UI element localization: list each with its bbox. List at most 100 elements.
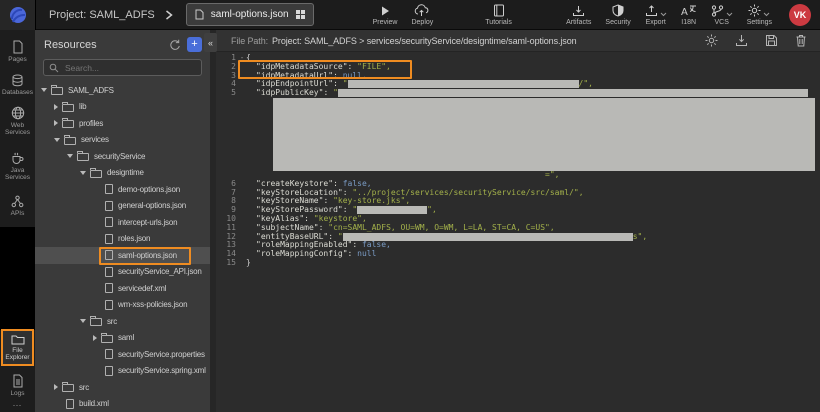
branch-icon [711,5,724,17]
vcs-button[interactable]: VCS [704,4,740,26]
chevron-collapsed-icon [54,120,58,126]
tree-item-saml-options[interactable]: saml-options.json [35,247,210,264]
file-icon [105,217,113,227]
chevron-down-icon [763,12,770,17]
folder-icon [51,87,63,95]
gear-icon [748,4,761,17]
sidebar-item-file-explorer[interactable]: File Explorer [1,329,34,366]
sidebar-item-logs[interactable]: Logs [0,374,35,397]
file-tree: SAML_ADFS lib profiles services security… [35,82,210,412]
coffee-cup-icon [11,152,25,165]
file-icon [195,9,204,20]
tree-item-build-xml[interactable]: build.xml [35,396,210,412]
rail-spacer [0,227,35,330]
chevron-expanded-icon [41,88,47,92]
tab-label: saml-options.json [211,9,289,20]
svg-text:A: A [681,7,688,17]
secondary-actions: Artifacts Security Export A I18N [559,4,820,26]
sidebar-item-web-services[interactable]: Web Services [0,106,35,136]
export-button[interactable]: Export [638,4,674,26]
download-icon[interactable] [735,34,748,47]
sidebar-item-pages[interactable]: Pages [0,40,35,63]
redacted-public-key-block [273,98,815,171]
folder-icon [77,153,89,161]
cloud-upload-icon [414,4,430,17]
panel-divider [210,30,216,412]
tree-item-intercept-urls[interactable]: intercept-urls.json [35,214,210,231]
save-icon[interactable] [765,34,778,47]
top-bar: Project: SAML_ADFS saml-options.json Pre… [0,0,820,30]
i18n-button[interactable]: A I18N [674,4,704,26]
tree-item-security-service-api[interactable]: securityService_API.json [35,264,210,281]
settings-button[interactable]: Settings [740,4,779,26]
file-path-bar: File Path: Project: SAML_ADFS > services… [216,30,820,52]
folder-icon [101,335,113,343]
left-rail: Pages Databases Web Services Java Servic… [0,30,35,412]
book-icon [493,4,505,17]
code-editor[interactable]: 1-{ 2"idpMetadataSource": "FILE", 3"idpM… [216,52,820,412]
file-icon [105,184,113,194]
open-file-tab[interactable]: saml-options.json [186,3,314,26]
tree-item-lib[interactable]: lib [35,99,210,116]
redacted-value [348,80,579,88]
tree-item-demo-options[interactable]: demo-options.json [35,181,210,198]
chevron-expanded-icon [54,138,60,142]
sidebar-item-java-services[interactable]: Java Services [0,152,35,181]
grid-icon[interactable] [296,10,305,19]
security-button[interactable]: Security [598,4,637,26]
folder-icon [11,334,25,345]
rail-overflow-button[interactable]: ⋯ [0,400,35,411]
search-input[interactable] [63,62,196,74]
tree-item-wm-xss-policies[interactable]: wm-xss-policies.json [35,297,210,314]
primary-actions: Preview Deploy Tutorials [366,4,519,26]
file-path-label: File Path: [231,36,268,46]
tree-item-servicedef[interactable]: servicedef.xml [35,280,210,297]
tree-item-services[interactable]: services [35,132,210,149]
refresh-icon[interactable] [169,39,181,51]
artifacts-button[interactable]: Artifacts [559,4,598,26]
tree-item-designtime[interactable]: designtime [35,165,210,182]
page-icon [12,40,24,54]
folder-icon [90,170,102,178]
user-avatar[interactable]: VK [789,4,811,26]
tree-item-saml-adfs[interactable]: SAML_ADFS [35,82,210,99]
tree-item-roles[interactable]: roles.json [35,231,210,248]
search-icon [49,63,59,73]
app-logo[interactable] [0,0,36,30]
preview-button[interactable]: Preview [366,4,405,26]
chevron-collapsed-icon [54,104,58,110]
project-name: Project: SAML_ADFS [49,9,155,21]
folder-icon [64,137,76,145]
redacted-value [338,89,808,97]
download-tray-icon [572,4,585,17]
chevron-expanded-icon [80,171,86,175]
logo-icon [9,6,27,24]
annotation-highlight-box [99,247,191,265]
annotation-highlight-box [238,60,412,79]
tree-item-src[interactable]: src [35,313,210,330]
deploy-button[interactable]: Deploy [404,4,440,26]
tree-item-security-service-spring[interactable]: securityService.spring.xml [35,363,210,380]
tree-item-security-service[interactable]: securityService [35,148,210,165]
trash-icon[interactable] [795,34,807,47]
nodes-icon [11,195,24,208]
sidebar-item-apis[interactable]: APIs [0,195,35,217]
add-resource-button[interactable]: + [187,37,202,52]
sidebar-item-databases[interactable]: Databases [0,74,35,96]
tree-item-src-root[interactable]: src [35,379,210,396]
tutorials-button[interactable]: Tutorials [478,4,519,26]
tree-item-security-service-properties[interactable]: securityService.properties [35,346,210,363]
tree-item-general-options[interactable]: general-options.json [35,198,210,215]
tree-item-saml[interactable]: saml [35,330,210,347]
chevron-collapsed-icon [54,384,58,390]
search-box[interactable] [43,59,202,76]
chevron-expanded-icon [80,319,86,323]
collapse-panel-button[interactable]: « [204,33,217,52]
chevron-down-icon [726,12,733,17]
tree-item-profiles[interactable]: profiles [35,115,210,132]
globe-icon [11,106,25,120]
folder-icon [90,318,102,326]
code-line-15: 15} [216,259,820,268]
translate-icon: A [681,4,697,17]
editor-settings-gear-icon[interactable] [705,34,718,47]
